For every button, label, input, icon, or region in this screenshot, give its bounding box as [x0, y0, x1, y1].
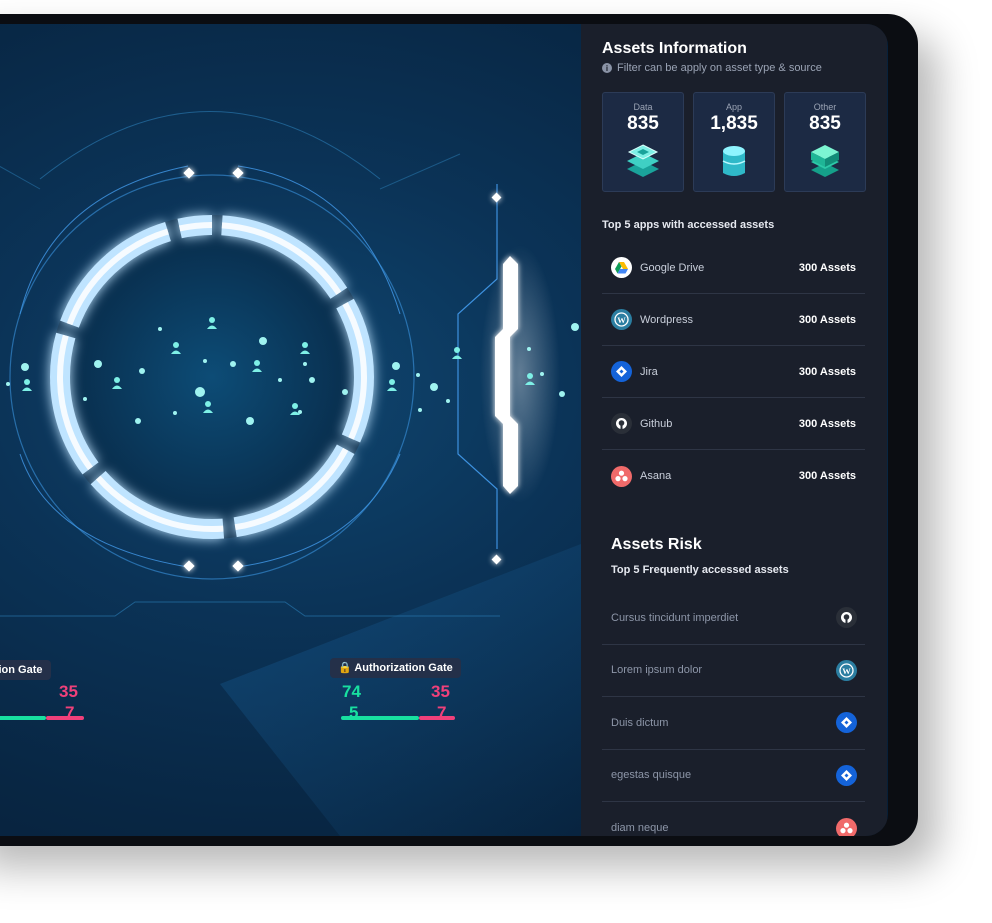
assets-panel: Assets Information i Filter can be apply…: [581, 24, 887, 836]
app-name: Google Drive: [640, 261, 705, 274]
authentication-gate-bar-pink: [46, 716, 84, 720]
app-count: 300 Assets: [798, 313, 856, 326]
asset-card-other[interactable]: Other 835: [784, 92, 866, 192]
risk-item-name: Duis dictum: [611, 716, 669, 729]
authorization-gate-bar-pink: [419, 716, 455, 720]
risk-row[interactable]: Duis dictum: [602, 697, 865, 750]
apps-list: Google Drive 300 Assets W Wordpress 300 …: [602, 242, 865, 502]
risk-row[interactable]: Cursus tincidunt imperdiet: [602, 592, 865, 645]
app-row-github[interactable]: Github 300 Assets: [602, 398, 865, 450]
risk-list: Cursus tincidunt imperdiet Lorem ipsum d…: [602, 592, 865, 836]
app-name: Jira: [640, 365, 658, 378]
panel-title: Assets Information: [602, 40, 747, 57]
app-name: Wordpress: [640, 313, 693, 326]
layered-chip-icon: [627, 144, 659, 177]
jira-icon: [836, 764, 857, 786]
risk-item-name: Lorem ipsum dolor: [611, 664, 703, 677]
app-row-google-drive[interactable]: Google Drive 300 Assets: [602, 242, 865, 294]
app-name: Asana: [640, 470, 672, 482]
apps-heading: Top 5 apps with accessed assets: [602, 219, 775, 231]
risk-row[interactable]: egestas quisque: [602, 750, 865, 802]
risk-title: Assets Risk: [611, 536, 702, 553]
authentication-gate-value-bottom: 7: [65, 703, 75, 722]
top-arc: [39, 111, 381, 180]
risk-row[interactable]: Lorem ipsum dolor W: [602, 645, 865, 697]
authorization-gate-badge: 🔒 Authorization Gate: [330, 658, 461, 678]
wordpress-icon: W: [611, 309, 632, 330]
asset-card-label: App: [725, 102, 742, 112]
authorization-gate-value-green-top: 74: [342, 682, 361, 701]
asset-card-label: Data: [633, 102, 653, 112]
wordpress-icon: W: [836, 659, 857, 681]
svg-text:W: W: [617, 315, 626, 325]
app-name: Github: [640, 417, 673, 430]
lock-icon: 🔒: [338, 662, 352, 674]
app-row-asana[interactable]: Asana 300 Assets: [602, 450, 865, 502]
asset-card-data[interactable]: Data 835: [602, 92, 684, 192]
risk-row[interactable]: diam neque: [602, 802, 865, 836]
device-frame: Authentication Gate 35 7 🔒 Authorization…: [0, 14, 918, 846]
jira-icon: [836, 712, 857, 734]
github-icon: [611, 413, 632, 434]
asset-card-app[interactable]: App 1,835: [693, 92, 775, 192]
asana-icon: [836, 817, 857, 836]
dashboard-screen: Authentication Gate 35 7 🔒 Authorization…: [0, 24, 888, 836]
authorization-gate-value-green-bottom: 5: [349, 703, 359, 722]
authorization-gate-value-pink-top: 35: [431, 682, 450, 701]
panel-subtitle-text: Filter can be apply on asset type & sour…: [617, 62, 822, 74]
github-icon: [836, 607, 857, 629]
risk-heading: Top 5 Frequently accessed assets: [611, 564, 789, 576]
asana-icon: [611, 465, 632, 487]
panel-subtitle: i Filter can be apply on asset type & so…: [602, 62, 822, 74]
cylinder-stack-icon: [722, 146, 746, 176]
info-icon[interactable]: i: [602, 63, 612, 73]
cube-stack-icon: [811, 145, 839, 177]
google-drive-icon: [611, 257, 632, 278]
app-row-jira[interactable]: Jira 300 Assets: [602, 346, 865, 398]
asset-card-value: 835: [627, 113, 659, 134]
app-count: 300 Assets: [798, 365, 856, 378]
app-row-wordpress[interactable]: W Wordpress 300 Assets: [602, 294, 865, 346]
risk-item-name: diam neque: [611, 822, 669, 835]
authentication-gate-bar-green: [0, 716, 46, 720]
light-beam: [220, 544, 581, 836]
authorization-gate-label: Authorization Gate: [354, 662, 453, 674]
asset-type-cards: Data 835 App 1,835 Other 835: [602, 92, 866, 192]
authorization-gate-bar-green: [341, 716, 419, 720]
authentication-gate-value-top: 35: [59, 682, 78, 701]
authorization-gate-value-pink-bottom: 7: [437, 703, 447, 722]
network-visualization: [0, 111, 581, 836]
asset-card-value: 835: [809, 113, 841, 134]
app-count: 300 Assets: [798, 261, 856, 274]
asset-card-label: Other: [813, 102, 837, 112]
jira-icon: [611, 361, 632, 382]
app-count: 300 Assets: [798, 470, 856, 482]
svg-text:W: W: [842, 666, 851, 676]
app-count: 300 Assets: [798, 417, 856, 430]
authentication-gate-label: Authentication Gate: [0, 660, 51, 680]
risk-item-name: egestas quisque: [611, 769, 692, 782]
risk-item-name: Cursus tincidunt imperdiet: [611, 611, 739, 624]
asset-card-value: 1,835: [710, 113, 758, 134]
